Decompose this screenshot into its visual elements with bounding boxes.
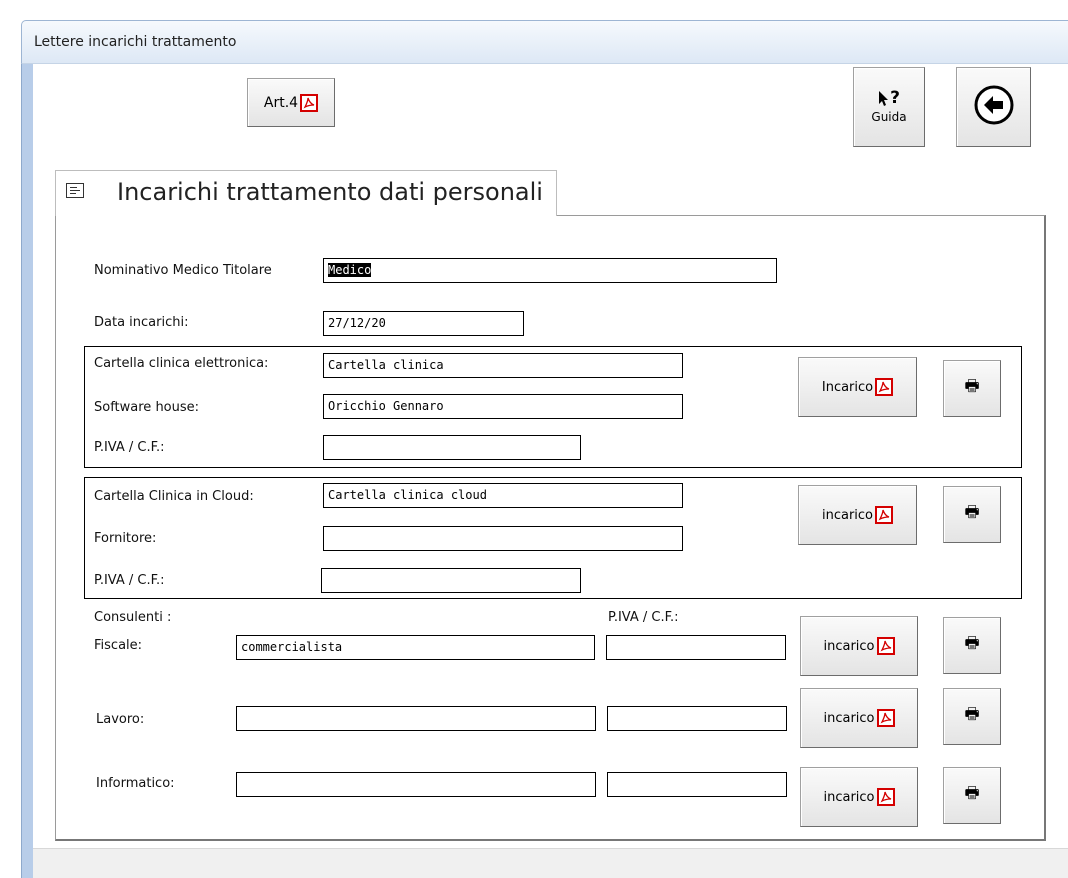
- print-button-lavoro[interactable]: 🖶: [943, 688, 1001, 745]
- printer-icon: 🖶: [964, 376, 980, 395]
- printer-icon: 🖶: [964, 502, 980, 521]
- incarico-button-fiscale[interactable]: incarico: [800, 616, 918, 676]
- help-cursor-icon: ?: [878, 90, 900, 108]
- data-incarichi-label: Data incarichi:: [94, 315, 189, 330]
- consulente-piva-lavoro[interactable]: [607, 706, 787, 731]
- piva-field-1[interactable]: [323, 435, 581, 460]
- consulente-field-lavoro[interactable]: [236, 706, 596, 731]
- back-button[interactable]: [956, 67, 1031, 147]
- incarico-button-1[interactable]: Incarico: [798, 357, 917, 417]
- window-left-border: [21, 64, 33, 878]
- help-label: Guida: [871, 110, 907, 124]
- consulente-piva-fiscale[interactable]: [606, 635, 786, 660]
- medico-field[interactable]: Medico: [323, 258, 777, 283]
- incarico-label-informatico: incarico: [823, 789, 875, 805]
- medico-value: Medico: [328, 263, 372, 277]
- form-icon: [66, 183, 84, 198]
- pdf-icon: [876, 709, 895, 727]
- cartella-field[interactable]: Cartella clinica: [323, 353, 683, 378]
- printer-icon: 🖶: [964, 704, 980, 723]
- printer-icon: 🖶: [964, 633, 980, 652]
- incarico-button-lavoro[interactable]: incarico: [800, 688, 918, 748]
- data-incarichi-field[interactable]: 27/12/20: [323, 311, 524, 336]
- help-button[interactable]: ? Guida: [853, 67, 925, 147]
- piva-field-2[interactable]: [321, 568, 581, 593]
- print-button-fiscale[interactable]: 🖶: [943, 617, 1001, 674]
- incarico-label-fiscale: incarico: [823, 638, 875, 654]
- incarico-label-2: incarico: [821, 507, 874, 523]
- consulente-field-fiscale[interactable]: commercialista: [236, 635, 595, 660]
- incarico-label-1: Incarico: [821, 379, 874, 395]
- window-title: Lettere incarichi trattamento: [34, 34, 237, 50]
- print-button-informatico[interactable]: 🖶: [943, 767, 1001, 824]
- printer-icon: 🖶: [964, 783, 980, 802]
- consulente-label-lavoro: Lavoro:: [96, 712, 145, 727]
- consulenti-heading: Consulenti :: [94, 610, 172, 625]
- consulente-field-informatico[interactable]: [236, 772, 596, 797]
- art4-pdf-button[interactable]: Art.4: [247, 78, 335, 127]
- consulente-piva-informatico[interactable]: [607, 772, 787, 797]
- consulente-label-informatico: Informatico:: [96, 776, 175, 791]
- pdf-icon: [875, 506, 894, 524]
- incarico-label-lavoro: incarico: [823, 710, 875, 726]
- software-house-field[interactable]: Oricchio Gennaro: [323, 394, 683, 419]
- consulenti-piva-heading: P.IVA / C.F.:: [608, 610, 679, 625]
- art4-label: Art.4: [263, 94, 299, 111]
- pdf-icon: [300, 93, 319, 112]
- cloud-label: Cartella Clinica in Cloud:: [94, 489, 254, 504]
- incarico-button-2[interactable]: incarico: [798, 485, 917, 545]
- print-button-1[interactable]: 🖶: [943, 360, 1001, 417]
- incarico-button-informatico[interactable]: incarico: [800, 767, 918, 827]
- back-arrow-icon: [973, 84, 1015, 130]
- help-question-mark: ?: [890, 88, 900, 108]
- print-button-2[interactable]: 🖶: [943, 486, 1001, 543]
- cartella-label: Cartella clinica elettronica:: [94, 356, 269, 371]
- tab-title: Incarichi trattamento dati personali: [117, 178, 543, 206]
- software-house-label: Software house:: [94, 400, 200, 415]
- status-bar: [33, 848, 1068, 878]
- pdf-icon: [876, 788, 895, 806]
- consulente-label-fiscale: Fiscale:: [94, 638, 143, 653]
- pdf-icon: [876, 637, 895, 655]
- medico-label: Nominativo Medico Titolare: [94, 263, 272, 278]
- piva-label-1: P.IVA / C.F.:: [94, 440, 165, 455]
- cloud-field[interactable]: Cartella clinica cloud: [323, 483, 683, 508]
- fornitore-field[interactable]: [323, 526, 683, 551]
- fornitore-label: Fornitore:: [94, 531, 157, 546]
- piva-label-2: P.IVA / C.F.:: [94, 573, 165, 588]
- pdf-icon: [875, 378, 894, 396]
